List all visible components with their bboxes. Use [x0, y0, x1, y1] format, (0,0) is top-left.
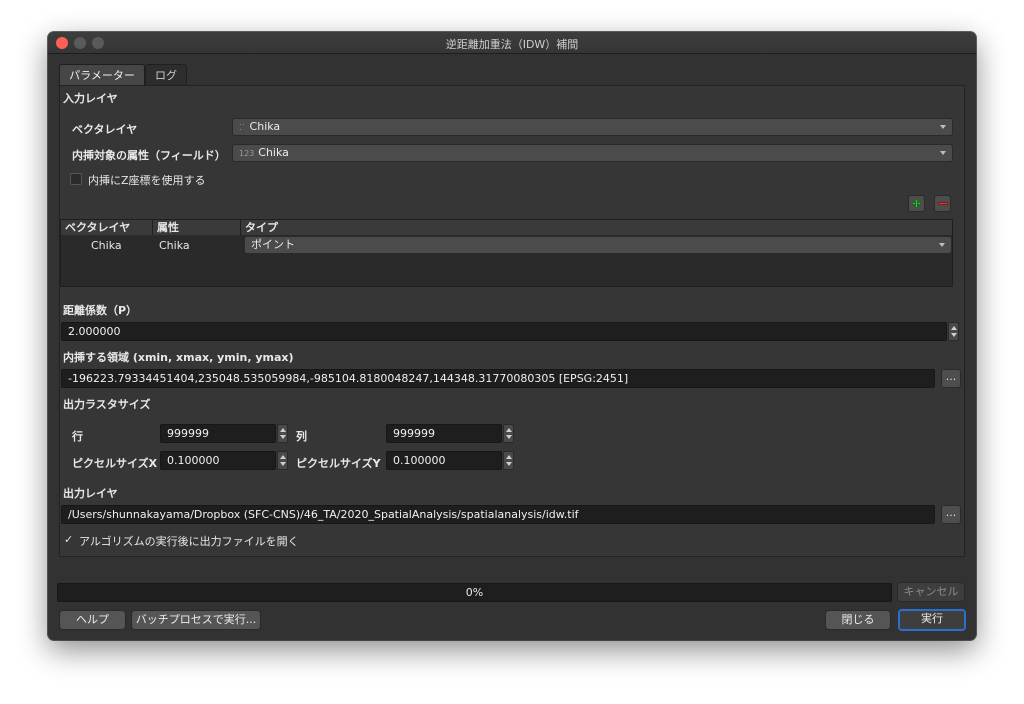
close-button[interactable]: 閉じる: [825, 610, 891, 630]
chevron-down-icon: [940, 125, 946, 129]
tab-parameters[interactable]: パラメーター: [59, 64, 145, 85]
pixel-size-y-stepper[interactable]: [503, 451, 514, 470]
input-layers-heading: 入力レイヤ: [63, 92, 118, 105]
extent-browse-button[interactable]: ...: [941, 369, 961, 388]
table-cell-layer: Chika: [91, 239, 122, 252]
vector-layer-combo[interactable]: ⁚˙ Chika: [232, 118, 953, 136]
minus-icon: [938, 202, 948, 205]
pixel-size-x-stepper[interactable]: [277, 451, 288, 470]
cancel-button[interactable]: キャンセル: [897, 582, 965, 602]
output-browse-button[interactable]: ...: [941, 505, 961, 524]
attribute-combo[interactable]: 123 Chika: [232, 144, 953, 162]
vector-layer-value: Chika: [249, 120, 281, 133]
vector-layer-label: ベクタレイヤ: [72, 123, 138, 136]
progress-text: 0%: [465, 586, 484, 599]
table-cell-attribute: Chika: [159, 239, 190, 252]
rows-stepper[interactable]: [277, 424, 288, 443]
add-layer-button[interactable]: [908, 195, 925, 212]
attribute-label: 内挿対象の属性（フィールド）: [72, 149, 226, 162]
point-layer-icon: ⁚˙: [239, 123, 246, 132]
tab-log[interactable]: ログ: [145, 64, 187, 85]
extent-label: 内挿する領域 (xmin, xmax, ymin, ymax): [63, 351, 294, 364]
column-header-layer: ベクタレイヤ: [61, 220, 153, 235]
interpolation-layers-table: ベクタレイヤ 属性 タイプ Chika Chika ポイント: [60, 219, 953, 287]
output-path-input[interactable]: /Users/shunnakayama/Dropbox (SFC-CNS)/46…: [61, 505, 935, 524]
use-z-label: 内挿にZ座標を使用する: [88, 174, 206, 187]
open-output-checkbox[interactable]: ✓: [64, 533, 73, 546]
pixel-size-x-input[interactable]: 0.100000: [160, 451, 276, 470]
type-value: ポイント: [251, 238, 295, 251]
chevron-down-icon: [940, 151, 946, 155]
help-button[interactable]: ヘルプ: [59, 610, 126, 630]
cols-input[interactable]: 999999: [386, 424, 502, 443]
remove-layer-button[interactable]: [934, 195, 951, 212]
pixel-size-x-label: ピクセルサイズX: [72, 457, 158, 470]
output-layer-label: 出力レイヤ: [63, 487, 118, 500]
use-z-checkbox[interactable]: [70, 173, 82, 185]
column-header-attribute: 属性: [153, 220, 241, 235]
batch-process-button[interactable]: バッチプロセスで実行...: [131, 610, 261, 630]
raster-size-label: 出力ラスタサイズ: [63, 398, 151, 411]
cols-stepper[interactable]: [503, 424, 514, 443]
title-bar: 逆距離加重法（IDW）補間: [48, 32, 976, 54]
cols-label: 列: [296, 430, 307, 443]
progress-bar: 0%: [57, 583, 892, 602]
column-header-type: タイプ: [241, 220, 952, 235]
extent-input[interactable]: -196223.79334451404,235048.535059984,-98…: [61, 369, 935, 388]
chevron-down-icon: [939, 243, 945, 247]
pixel-size-y-input[interactable]: 0.100000: [386, 451, 502, 470]
rows-input[interactable]: 999999: [160, 424, 276, 443]
open-output-label: アルゴリズムの実行後に出力ファイルを開く: [79, 535, 299, 548]
distance-coefficient-label: 距離係数（P）: [63, 304, 138, 317]
pixel-size-y-label: ピクセルサイズY: [296, 457, 381, 470]
distance-coefficient-stepper[interactable]: [948, 322, 959, 341]
type-combo[interactable]: ポイント: [244, 236, 952, 254]
attribute-value: Chika: [258, 146, 289, 159]
numeric-field-icon: 123: [239, 149, 255, 158]
run-button[interactable]: 実行: [898, 609, 966, 631]
distance-coefficient-input[interactable]: 2.000000: [61, 322, 947, 341]
rows-label: 行: [72, 430, 83, 443]
window-title: 逆距離加重法（IDW）補間: [445, 38, 579, 51]
